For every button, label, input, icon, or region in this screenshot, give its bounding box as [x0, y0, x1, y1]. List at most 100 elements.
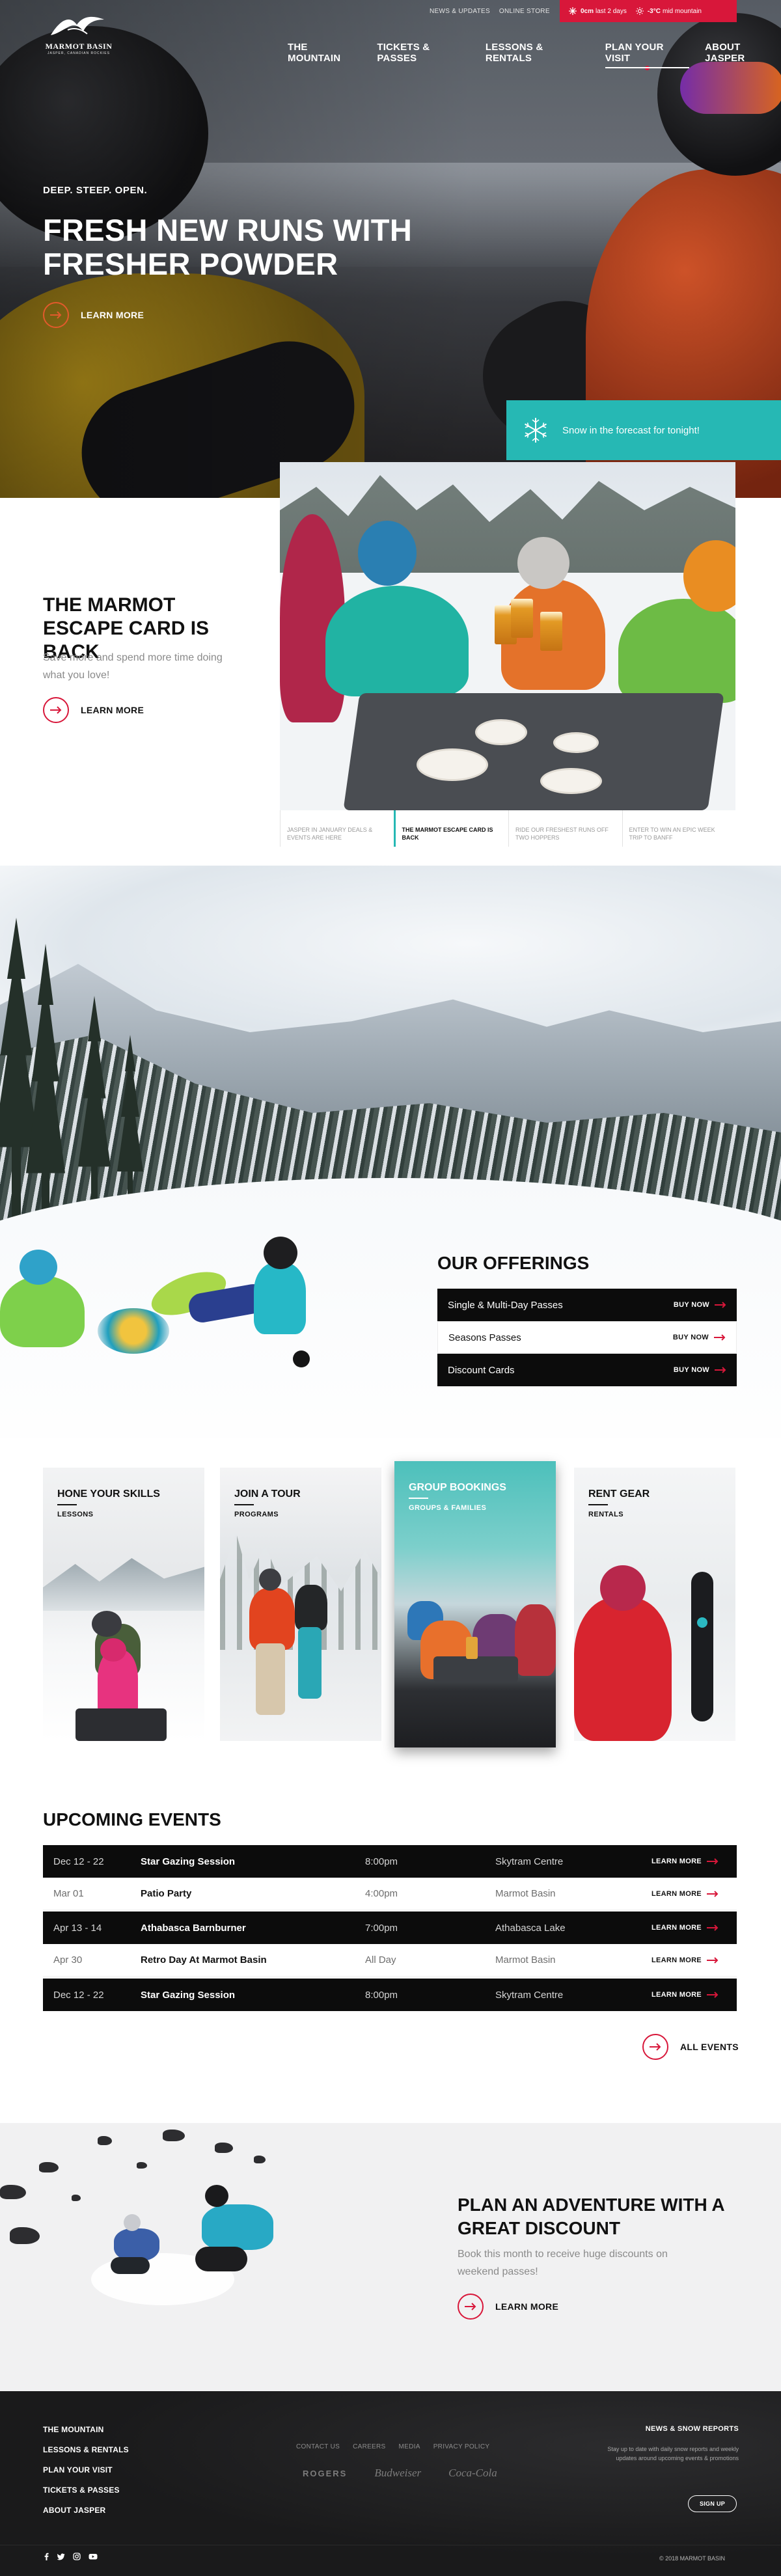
nav-lessons-rentals[interactable]: LESSONS & RENTALS: [486, 42, 590, 64]
event-row[interactable]: Dec 12 - 22 Star Gazing Session 8:00pm S…: [43, 1979, 737, 2011]
event-location: Marmot Basin: [495, 1888, 556, 1899]
arrow-right-icon: [714, 1334, 726, 1341]
learn-more-label: LEARN MORE: [651, 1857, 702, 1865]
footer-nav-tickets-passes[interactable]: TICKETS & PASSES: [43, 2486, 129, 2495]
site-logo[interactable]: MARMOT BASIN JASPER, CANADIAN ROCKIES: [43, 12, 115, 57]
card-photo-hiker-teal-legs: [298, 1627, 322, 1699]
skier-helmet: [124, 2214, 141, 2231]
card-photo-beer: [466, 1637, 478, 1659]
newsletter-text: Stay up to date with daily snow reports …: [607, 2446, 739, 2461]
photo-rock: [137, 2162, 147, 2169]
program-card-tours[interactable]: JOIN A TOUR PROGRAMS: [220, 1468, 381, 1741]
event-learn-more-link[interactable]: LEARN MORE: [651, 1857, 719, 1865]
learn-more-label: LEARN MORE: [651, 1924, 702, 1932]
escape-text: Save more and spend more time doing what…: [43, 652, 223, 681]
offering-row[interactable]: Seasons Passes BUY NOW: [437, 1321, 737, 1354]
news-updates-link[interactable]: NEWS & UPDATES: [430, 8, 490, 15]
event-time: 4:00pm: [365, 1888, 398, 1899]
event-row[interactable]: Apr 30 Retro Day At Marmot Basin All Day…: [43, 1944, 737, 1977]
event-row[interactable]: Dec 12 - 22 Star Gazing Session 8:00pm S…: [43, 1845, 737, 1878]
arrow-right-icon: [706, 1858, 719, 1865]
photo-rock: [254, 2156, 266, 2163]
logo-wordmark: MARMOT BASIN: [45, 42, 113, 51]
buy-now-link[interactable]: BUY NOW: [673, 1334, 726, 1341]
footer-nav-plan-your-visit[interactable]: PLAN YOUR VISIT: [43, 2465, 129, 2474]
nav-the-mountain[interactable]: THE MOUNTAIN: [288, 42, 361, 64]
nav-tickets-passes[interactable]: TICKETS & PASSES: [377, 42, 470, 64]
program-card-rentals[interactable]: RENT GEAR RENTALS: [574, 1468, 735, 1741]
temperature-value: -3°C: [647, 7, 661, 15]
event-learn-more-link[interactable]: LEARN MORE: [651, 1991, 719, 1999]
snow-report-bar[interactable]: 0cm last 2 days -3°C mid mountain: [560, 0, 737, 22]
photo-rock: [98, 2136, 112, 2145]
nav-plan-your-visit[interactable]: PLAN YOUR VISIT: [605, 42, 690, 70]
rider-body: [254, 1263, 306, 1334]
sign-up-button[interactable]: SIGN UP: [688, 2495, 737, 2512]
offering-label: Discount Cards: [448, 1364, 515, 1376]
sponsor-rogers-logo[interactable]: ROGERS: [303, 2469, 347, 2478]
buy-now-link[interactable]: BUY NOW: [674, 1301, 726, 1309]
footer-nav-about-jasper[interactable]: ABOUT JASPER: [43, 2506, 129, 2515]
buy-now-link[interactable]: BUY NOW: [674, 1366, 726, 1374]
sponsor-logos: ROGERS Budweiser Coca-Cola: [303, 2467, 525, 2480]
youtube-icon[interactable]: [89, 2553, 98, 2560]
photo-rock: [10, 2227, 40, 2244]
skier-body: [202, 2204, 273, 2250]
escape-tab-active[interactable]: THE MARMOT ESCAPE CARD IS BACK: [393, 810, 509, 847]
card-title: GROUP BOOKINGS: [409, 1482, 506, 1493]
offering-label: Seasons Passes: [448, 1332, 521, 1343]
sponsor-cocacola-logo[interactable]: Coca-Cola: [448, 2467, 497, 2480]
adventure-learn-more-button[interactable]: LEARN MORE: [458, 2294, 558, 2320]
facebook-icon[interactable]: [43, 2553, 49, 2560]
event-learn-more-link[interactable]: LEARN MORE: [651, 1956, 719, 1964]
offerings-title: OUR OFFERINGS: [437, 1253, 590, 1273]
hero-kicker: DEEP. STEEP. OPEN.: [43, 185, 148, 196]
contact-us-link[interactable]: CONTACT US: [296, 2443, 340, 2450]
event-learn-more-link[interactable]: LEARN MORE: [651, 1890, 719, 1898]
nav-about-jasper[interactable]: ABOUT JASPER: [705, 42, 781, 64]
event-name: Star Gazing Session: [141, 1856, 236, 1867]
arrow-right-icon: [43, 302, 69, 328]
buy-now-label: BUY NOW: [672, 1334, 709, 1341]
event-time: 7:00pm: [365, 1922, 398, 1934]
online-store-link[interactable]: ONLINE STORE: [499, 8, 550, 15]
program-card-lessons[interactable]: HONE YOUR SKILLS LESSONS: [43, 1468, 204, 1741]
event-learn-more-link[interactable]: LEARN MORE: [651, 1924, 719, 1932]
footer-nav-the-mountain[interactable]: THE MOUNTAIN: [43, 2425, 129, 2434]
card-photo-hiker-legs: [256, 1643, 285, 1715]
copyright-text: © 2018 MARMOT BASIN: [659, 2555, 725, 2562]
event-name: Patio Party: [141, 1888, 192, 1899]
escape-tab[interactable]: ENTER TO WIN AN EPIC WEEK TRIP TO BANFF: [622, 810, 736, 847]
skier-helmet: [205, 2185, 228, 2207]
event-time: All Day: [365, 1954, 396, 1966]
program-card-groups[interactable]: GROUP BOOKINGS GROUPS & FAMILIES: [394, 1461, 556, 1747]
careers-link[interactable]: CAREERS: [353, 2443, 385, 2450]
forecast-banner[interactable]: Snow in the forecast for tonight!: [506, 400, 781, 460]
temperature-note: mid mountain: [662, 7, 702, 15]
card-subtitle: GROUPS & FAMILIES: [409, 1498, 487, 1512]
hero-learn-more-button[interactable]: LEARN MORE: [43, 302, 144, 328]
escape-tab[interactable]: RIDE OUR FRESHEST RUNS OFF TWO HOPPERS: [508, 810, 622, 847]
twitter-icon[interactable]: [57, 2553, 65, 2560]
arrow-right-icon: [458, 2294, 484, 2320]
media-link[interactable]: MEDIA: [399, 2443, 420, 2450]
snowfall-reading: 0cm last 2 days: [569, 7, 627, 15]
offering-row[interactable]: Single & Multi-Day Passes BUY NOW: [437, 1289, 737, 1321]
privacy-policy-link[interactable]: PRIVACY POLICY: [433, 2443, 490, 2450]
offering-row[interactable]: Discount Cards BUY NOW: [437, 1354, 737, 1386]
event-row[interactable]: Mar 01 Patio Party 4:00pm Marmot Basin L…: [43, 1878, 737, 1910]
footer-nav-lessons-rentals[interactable]: LESSONS & RENTALS: [43, 2445, 129, 2454]
rider-helmet: [264, 1237, 297, 1269]
arrow-right-icon: [706, 1992, 719, 1998]
card-photo-hiker-dark: [295, 1585, 327, 1630]
learn-more-label: LEARN MORE: [651, 1889, 702, 1898]
escape-tab[interactable]: JASPER IN JANUARY DEALS & EVENTS ARE HER…: [280, 810, 394, 847]
all-events-button[interactable]: ALL EVENTS: [642, 2034, 739, 2060]
event-row[interactable]: Apr 13 - 14 Athabasca Barnburner 7:00pm …: [43, 1911, 737, 1944]
instagram-icon[interactable]: [73, 2553, 81, 2560]
sponsor-budweiser-logo[interactable]: Budweiser: [374, 2467, 421, 2480]
photo-plate: [540, 768, 602, 794]
photo-rock: [72, 2195, 81, 2201]
snowfall-note: last 2 days: [596, 7, 627, 15]
escape-learn-more-button[interactable]: LEARN MORE: [43, 697, 144, 723]
